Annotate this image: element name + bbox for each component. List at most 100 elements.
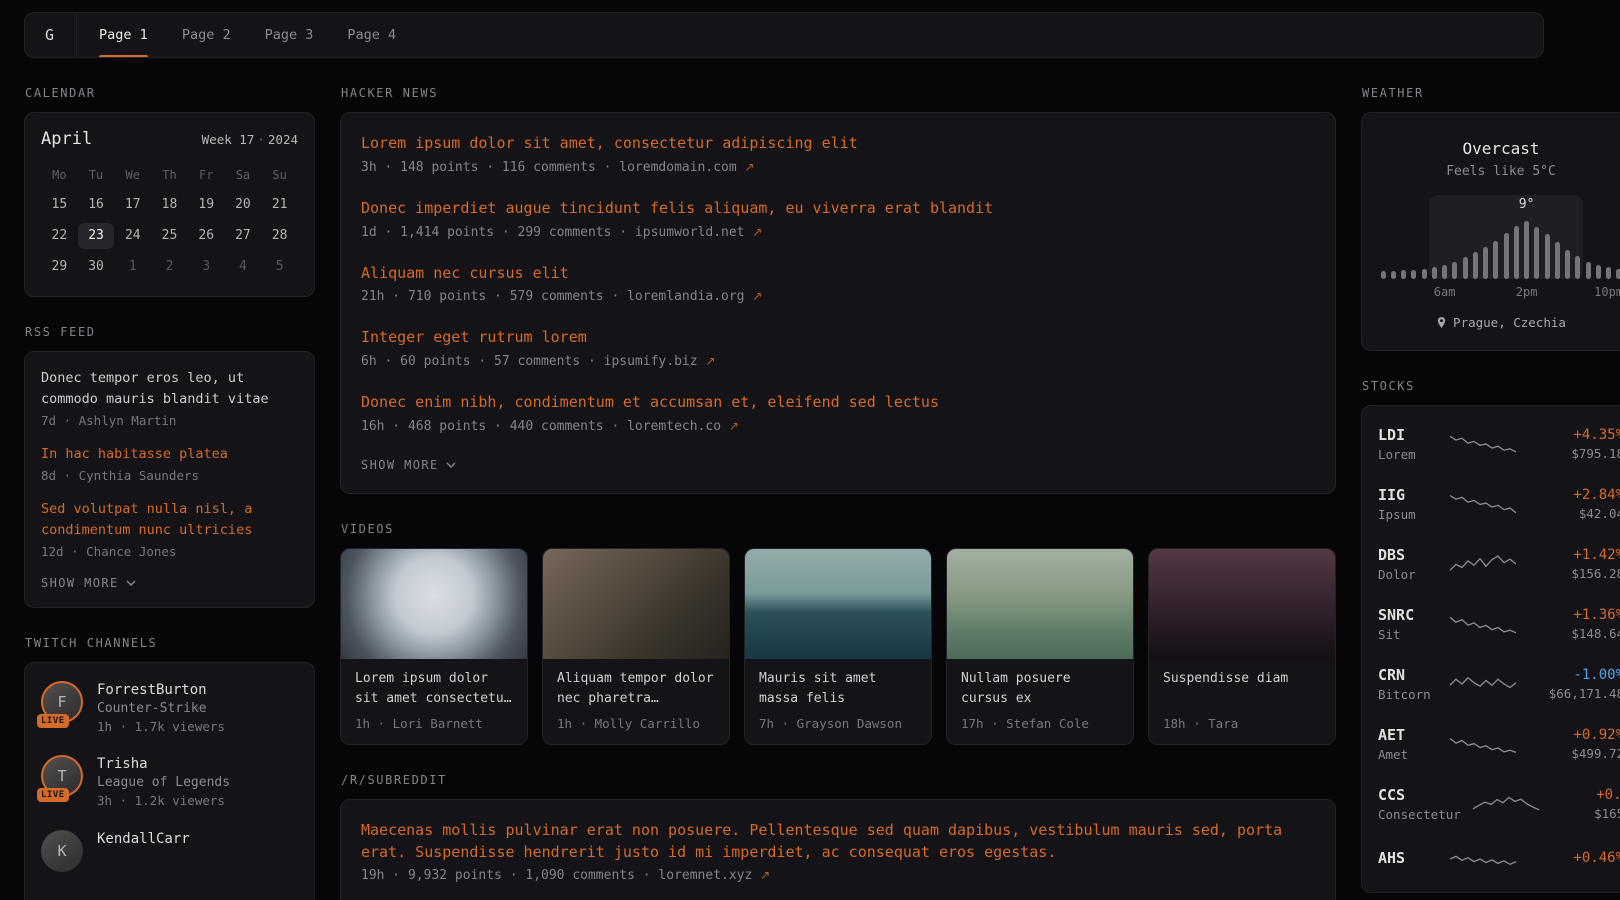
- hn-title-link[interactable]: Integer eget rutrum lorem: [361, 327, 1315, 349]
- stock-row[interactable]: SNRCSit +1.36%$148.64: [1378, 594, 1620, 654]
- rss-item: Donec tempor eros leo, ut commodo mauris…: [41, 368, 298, 428]
- video-card[interactable]: Nullam posuere cursus ex 17h · Stefan Co…: [946, 548, 1134, 745]
- subreddit-post-title-link[interactable]: Maecenas mollis pulvinar erat non posuer…: [361, 820, 1315, 864]
- twitch-channel-row[interactable]: T LIVE Trisha League of Legends 3h · 1.2…: [41, 755, 298, 810]
- video-card[interactable]: Suspendisse diam 18h · Tara: [1148, 548, 1336, 745]
- video-title[interactable]: Nullam posuere cursus ex: [961, 669, 1119, 709]
- weather-time-labels: 6am2pm10pm: [1378, 285, 1620, 301]
- calendar-day: 5: [261, 254, 298, 280]
- video-thumbnail[interactable]: [543, 549, 729, 659]
- stock-sparkline: [1448, 431, 1518, 457]
- stock-price: $156.28: [1532, 566, 1620, 581]
- rss-show-more-button[interactable]: SHOW MORE: [41, 576, 136, 590]
- stock-row[interactable]: CCSConsectetur +0.51%$165.84: [1378, 774, 1620, 834]
- tab-page-2[interactable]: Page 2: [182, 13, 231, 57]
- stock-symbol: AHS: [1378, 849, 1438, 867]
- stock-symbol: CRN: [1378, 666, 1438, 684]
- calendar-day: 20: [225, 192, 262, 218]
- rss-item-meta: 7d · Ashlyn Martin: [41, 413, 298, 428]
- subreddit-section-label: /R/SUBREDDIT: [341, 773, 1335, 787]
- stock-name: Dolor: [1378, 567, 1438, 582]
- twitch-channel-row[interactable]: F LIVE ForrestBurton Counter-Strike 1h ·…: [41, 681, 298, 736]
- stock-row[interactable]: IIGIpsum +2.84%$42.04: [1378, 474, 1620, 534]
- avatar-initial: K: [41, 830, 83, 872]
- stock-name: Bitcorn: [1378, 687, 1438, 702]
- video-title[interactable]: Mauris sit amet massa felis: [759, 669, 917, 709]
- stock-symbol: DBS: [1378, 546, 1438, 564]
- tab-page-1[interactable]: Page 1: [99, 13, 148, 57]
- stock-row[interactable]: CRNBitcorn -1.00%$66,171.48: [1378, 654, 1620, 714]
- hn-meta-text: 16h · 468 points · 440 comments · loremt…: [361, 419, 721, 434]
- hn-title-link[interactable]: Aliquam nec cursus elit: [361, 263, 1315, 285]
- video-title[interactable]: Lorem ipsum dolor sit amet consectetu…: [355, 669, 513, 709]
- stock-name: Lorem: [1378, 447, 1438, 462]
- tab-page-3[interactable]: Page 3: [265, 13, 314, 57]
- stock-price: $42.04: [1532, 506, 1620, 521]
- tab-page-4[interactable]: Page 4: [347, 13, 396, 57]
- show-more-label: SHOW MORE: [361, 458, 439, 472]
- video-meta: 1h · Molly Carrillo: [557, 716, 715, 731]
- video-title[interactable]: Suspendisse diam: [1163, 669, 1321, 709]
- calendar-grid: MoTuWeThFrSaSu15161718192021222324252627…: [41, 163, 298, 280]
- weather-location: Prague, Czechia: [1436, 315, 1566, 330]
- hn-show-more-button[interactable]: SHOW MORE: [361, 458, 456, 472]
- channel-game: Counter-Strike: [97, 700, 225, 718]
- rss-title-link[interactable]: In hac habitasse platea: [41, 444, 298, 465]
- stock-row[interactable]: AETAmet +0.92%$499.72: [1378, 714, 1620, 774]
- hn-title-link[interactable]: Donec enim nibh, condimentum et accumsan…: [361, 392, 1315, 414]
- hn-meta-text: 6h · 60 points · 57 comments · ipsumify.…: [361, 354, 698, 369]
- stock-row[interactable]: DBSDolor +1.42%$156.28: [1378, 534, 1620, 594]
- stock-change: +0.51%: [1555, 787, 1620, 803]
- video-card[interactable]: Mauris sit amet massa felis 7h · Grayson…: [744, 548, 932, 745]
- video-title[interactable]: Aliquam tempor dolor nec pharetra…: [557, 669, 715, 709]
- video-thumbnail[interactable]: [341, 549, 527, 659]
- calendar-day: 24: [114, 223, 151, 249]
- video-meta: 1h · Lori Barnett: [355, 716, 513, 731]
- weather-hour-bar: [1565, 250, 1570, 279]
- twitch-channel-row[interactable]: K KendallCarr: [41, 830, 298, 872]
- weather-hour-bar: [1381, 271, 1386, 279]
- stock-row[interactable]: LDILorem +4.35%$795.18: [1378, 414, 1620, 474]
- stock-sparkline: [1448, 846, 1518, 872]
- video-thumbnail[interactable]: [1149, 549, 1335, 659]
- video-meta: 7h · Grayson Dawson: [759, 716, 917, 731]
- video-card[interactable]: Aliquam tempor dolor nec pharetra… 1h · …: [542, 548, 730, 745]
- rss-widget: Donec tempor eros leo, ut commodo mauris…: [24, 351, 315, 608]
- hn-meta-text: 1d · 1,414 points · 299 comments · ipsum…: [361, 225, 745, 240]
- app-logo[interactable]: G: [45, 13, 77, 57]
- dashboard-grid: CALENDAR April Week 17·2024 MoTuWeThFrSa…: [24, 58, 1544, 900]
- external-link-icon: ↗: [760, 868, 770, 882]
- weather-hour-bar: [1555, 242, 1560, 279]
- video-meta: 18h · Tara: [1163, 716, 1321, 731]
- hn-item-meta: 3h · 148 points · 116 comments · loremdo…: [361, 160, 1315, 175]
- calendar-year: 2024: [268, 132, 298, 147]
- channel-game: League of Legends: [97, 774, 230, 792]
- stock-symbol: LDI: [1378, 426, 1438, 444]
- hackernews-widget: Lorem ipsum dolor sit amet, consectetur …: [340, 112, 1336, 494]
- hn-title-link[interactable]: Lorem ipsum dolor sit amet, consectetur …: [361, 133, 1315, 155]
- calendar-header: April Week 17·2024: [41, 129, 298, 149]
- external-link-icon: ↗: [705, 354, 715, 368]
- weather-bar-chart: 9°: [1378, 195, 1620, 279]
- video-card[interactable]: Lorem ipsum dolor sit amet consectetu… 1…: [340, 548, 528, 745]
- calendar-day-header: Sa: [225, 163, 262, 187]
- video-thumbnail[interactable]: [745, 549, 931, 659]
- twitch-section-label: TWITCH CHANNELS: [25, 636, 314, 650]
- stock-symbol: SNRC: [1378, 606, 1438, 624]
- calendar-week-year: Week 17·2024: [202, 132, 298, 147]
- stock-change: +0.92%: [1532, 727, 1620, 743]
- rss-title-link[interactable]: Donec tempor eros leo, ut commodo mauris…: [41, 368, 298, 410]
- stock-row[interactable]: AHS +0.46%: [1378, 834, 1620, 884]
- hackernews-section-label: HACKER NEWS: [341, 86, 1335, 100]
- hn-title-link[interactable]: Donec imperdiet augue tincidunt felis al…: [361, 198, 1315, 220]
- stock-symbol: CCS: [1378, 786, 1461, 804]
- hn-item-meta: 1d · 1,414 points · 299 comments · ipsum…: [361, 225, 1315, 240]
- weather-hour-bar: [1534, 227, 1539, 279]
- calendar-day: 26: [188, 223, 225, 249]
- hn-item: Donec imperdiet augue tincidunt felis al…: [361, 198, 1315, 240]
- video-thumbnail[interactable]: [947, 549, 1133, 659]
- weather-location-text: Prague, Czechia: [1453, 315, 1566, 330]
- weather-hour-bar: [1586, 262, 1591, 279]
- calendar-day-header: Su: [261, 163, 298, 187]
- rss-title-link[interactable]: Sed volutpat nulla nisl, a condimentum n…: [41, 499, 298, 541]
